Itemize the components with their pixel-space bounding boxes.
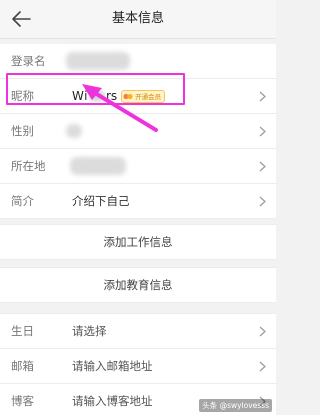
intro-label: 简介 — [11, 194, 34, 208]
watermark: 头条 @swylovesss — [199, 399, 272, 412]
intro-row[interactable]: 简介 介绍下自己 — [0, 184, 276, 219]
chevron-right-icon — [259, 126, 266, 137]
birthday-row[interactable]: 生日 请选择 — [0, 314, 276, 349]
chevron-right-icon — [259, 361, 266, 372]
email-row[interactable]: 邮箱 请输入邮箱地址 — [0, 349, 276, 384]
birthday-picker[interactable]: 请选择 — [72, 314, 107, 348]
profile-basic-info-screen: 基本信息 登录名 昵称 Wi rs 开通会员 性别 所在地 简介 介绍下自己 添… — [0, 0, 276, 415]
redacted-login-name — [66, 52, 130, 70]
blog-field[interactable]: 请输入博客地址 — [72, 384, 153, 415]
location-label: 所在地 — [11, 159, 46, 173]
location-row[interactable]: 所在地 — [0, 149, 276, 184]
blog-label: 博客 — [11, 394, 34, 408]
page-title: 基本信息 — [111, 11, 164, 26]
intro-value: 介绍下自己 — [72, 194, 130, 208]
chevron-right-icon — [259, 326, 266, 337]
gender-label: 性别 — [11, 124, 34, 138]
add-education-info-button[interactable]: 添加教育信息 — [0, 267, 276, 303]
email-field[interactable]: 请输入邮箱地址 — [72, 349, 153, 383]
top-navigation-bar: 基本信息 — [0, 0, 276, 39]
chevron-right-icon — [259, 91, 266, 102]
pointer-arrow-annotation — [82, 84, 158, 132]
redacted-location — [70, 157, 126, 175]
add-work-info-button[interactable]: 添加工作信息 — [0, 224, 276, 260]
chevron-right-icon — [259, 196, 266, 207]
email-label: 邮箱 — [11, 359, 34, 373]
birthday-label: 生日 — [11, 324, 34, 338]
chevron-right-icon — [259, 161, 266, 172]
